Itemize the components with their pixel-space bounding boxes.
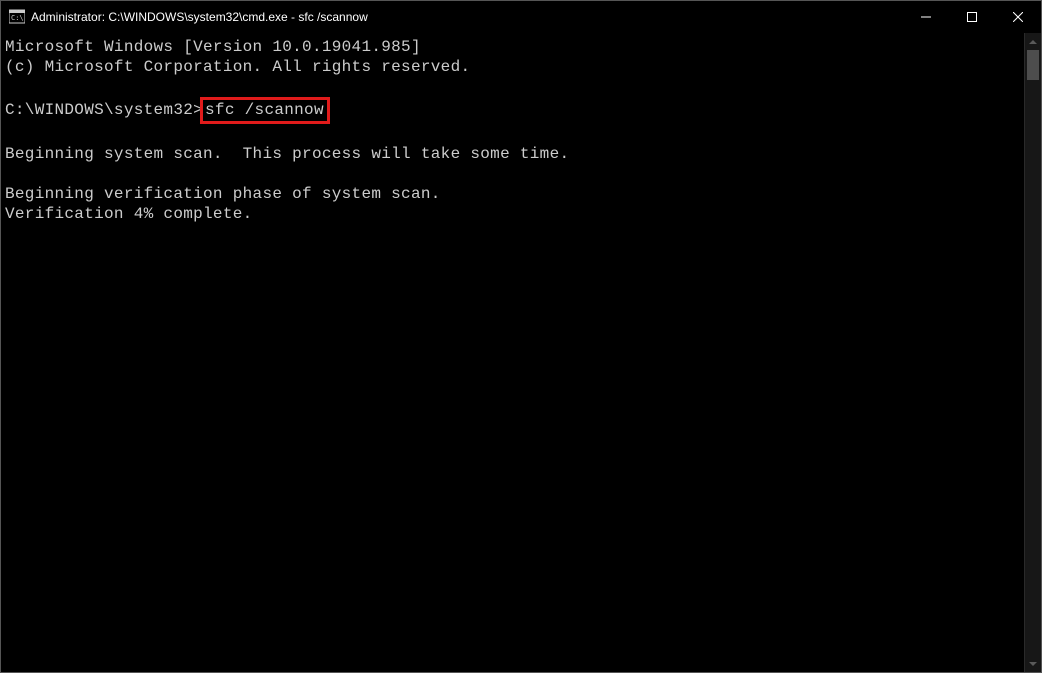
close-button[interactable] bbox=[995, 1, 1041, 33]
prompt-text: C:\WINDOWS\system32> bbox=[5, 101, 203, 119]
copyright-line: (c) Microsoft Corporation. All rights re… bbox=[5, 57, 1020, 77]
scan-begin-line: Beginning system scan. This process will… bbox=[5, 144, 1020, 164]
cmd-icon: C:\ bbox=[9, 9, 25, 25]
blank-line bbox=[5, 124, 1020, 144]
title-bar[interactable]: C:\ Administrator: C:\WINDOWS\system32\c… bbox=[1, 1, 1041, 33]
scroll-up-arrow[interactable] bbox=[1025, 33, 1041, 50]
version-line: Microsoft Windows [Version 10.0.19041.98… bbox=[5, 37, 1020, 57]
window-title: Administrator: C:\WINDOWS\system32\cmd.e… bbox=[31, 10, 368, 24]
prompt-line: C:\WINDOWS\system32>sfc /scannow bbox=[5, 97, 1020, 124]
maximize-button[interactable] bbox=[949, 1, 995, 33]
blank-line bbox=[5, 77, 1020, 97]
verify-phase-line: Beginning verification phase of system s… bbox=[5, 184, 1020, 204]
window-controls bbox=[903, 1, 1041, 33]
scroll-track[interactable] bbox=[1025, 50, 1041, 655]
title-left: C:\ Administrator: C:\WINDOWS\system32\c… bbox=[1, 9, 368, 25]
terminal-area: Microsoft Windows [Version 10.0.19041.98… bbox=[1, 33, 1041, 672]
command-highlight: sfc /scannow bbox=[200, 97, 330, 124]
minimize-button[interactable] bbox=[903, 1, 949, 33]
verify-progress-line: Verification 4% complete. bbox=[5, 204, 1020, 224]
terminal-output[interactable]: Microsoft Windows [Version 10.0.19041.98… bbox=[1, 33, 1024, 672]
vertical-scrollbar[interactable] bbox=[1024, 33, 1041, 672]
cmd-window: C:\ Administrator: C:\WINDOWS\system32\c… bbox=[0, 0, 1042, 673]
blank-line bbox=[5, 164, 1020, 184]
scroll-down-arrow[interactable] bbox=[1025, 655, 1041, 672]
scroll-thumb[interactable] bbox=[1027, 50, 1039, 80]
command-text: sfc /scannow bbox=[205, 101, 324, 119]
svg-text:C:\: C:\ bbox=[11, 14, 24, 22]
